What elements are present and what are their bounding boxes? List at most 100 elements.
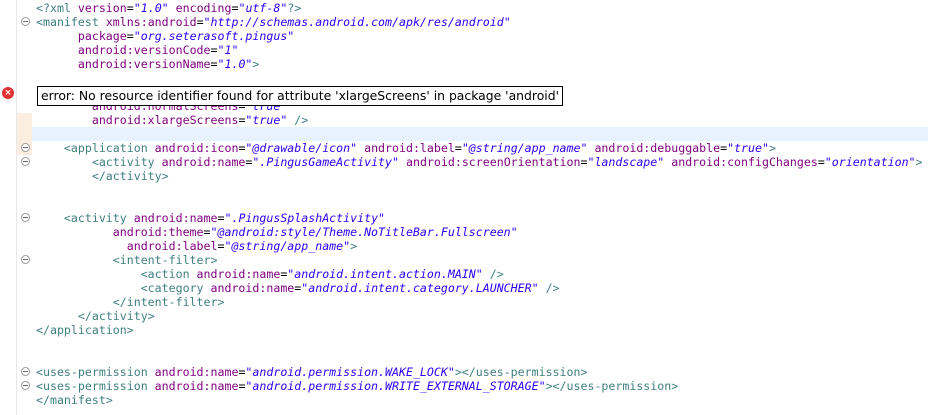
- code-token: =: [817, 155, 825, 169]
- code-token: ?>: [287, 1, 302, 15]
- code-token: android:screenOrientation: [399, 155, 581, 169]
- code-token: "utf-8": [238, 1, 288, 15]
- code-token: </intent-filter>: [112, 295, 225, 309]
- error-tooltip: error: No resource identifier found for …: [37, 86, 564, 106]
- code-token: />: [287, 113, 309, 127]
- xml-editor[interactable]: <?xml version="1.0" encoding="utf-8"?> <m…: [0, 0, 928, 415]
- code-token: </manifest>: [36, 393, 113, 407]
- code-token: android:icon: [154, 141, 239, 155]
- code-line[interactable]: android:versionCode="1": [36, 43, 239, 57]
- code-token: android:name: [133, 211, 218, 225]
- code-token: <?xml: [36, 1, 78, 15]
- code-line[interactable]: <?xml version="1.0" encoding="utf-8"?>: [36, 1, 301, 15]
- code-token: xmlns:android: [105, 15, 197, 29]
- code-token: <uses-permission: [36, 379, 155, 393]
- code-line[interactable]: <application android:icon = "@drawable/ico…: [36, 141, 776, 155]
- code-line[interactable]: android:theme="@android:style/Theme.NoTi…: [36, 225, 518, 239]
- code-token: android:label: [357, 141, 455, 155]
- code-token: "@string/app_name": [224, 239, 351, 253]
- code-line[interactable]: <uses-permission android:name="android.p…: [36, 379, 678, 393]
- code-token: ".PingusGameActivity": [252, 155, 399, 169]
- code-token: <activity: [91, 155, 162, 169]
- code-token: <category: [140, 281, 211, 295]
- code-token: <application: [63, 141, 155, 155]
- code-token: ></uses-permission>: [454, 365, 588, 379]
- code-token: package: [77, 29, 127, 43]
- code-token: android:versionCode: [77, 43, 211, 57]
- code-line[interactable]: </manifest>: [36, 393, 113, 407]
- code-token: />: [482, 267, 504, 281]
- code-line[interactable]: </activity>: [36, 169, 169, 183]
- code-token: android:label: [126, 239, 218, 253]
- code-token: =: [126, 29, 134, 43]
- code-line[interactable]: android:versionName="1.0">: [36, 57, 260, 71]
- code-line[interactable]: </application>: [36, 323, 134, 337]
- code-line[interactable]: <manifest xmlns:android="http://schemas.…: [36, 15, 511, 29]
- code-token: "@drawable/icon": [245, 141, 358, 155]
- code-token: =: [126, 1, 134, 15]
- code-token: "android.permission.WRITE_EXTERNAL_STORA…: [245, 379, 546, 393]
- code-line[interactable]: <intent-filter>: [36, 253, 218, 267]
- code-line[interactable]: <uses-permission android:name="android.p…: [36, 365, 587, 379]
- code-token: =: [210, 57, 218, 71]
- code-token: "android.intent.category.LAUNCHER": [301, 281, 539, 295]
- code-line[interactable]: android:xlargeScreens="true" />: [36, 113, 308, 127]
- code-token: <intent-filter>: [112, 253, 218, 267]
- code-line[interactable]: package="org.seterasoft.pingus": [36, 29, 294, 43]
- code-token: "org.seterasoft.pingus": [133, 29, 295, 43]
- code-token: />: [538, 281, 560, 295]
- code-line[interactable]: </activity>: [36, 309, 155, 323]
- code-line[interactable]: android:label="@string/app_name">: [36, 239, 357, 253]
- code-token: "android.permission.WAKE_LOCK": [245, 365, 455, 379]
- code-token: <manifest: [36, 15, 106, 29]
- code-token: "1.0": [217, 57, 253, 71]
- code-token: android:name: [161, 155, 246, 169]
- code-token: =: [196, 15, 204, 29]
- code-token: android:xlargeScreens: [91, 113, 239, 127]
- code-token: "1": [217, 43, 239, 57]
- code-token: <action: [140, 267, 197, 281]
- code-token: ".PingusSplashActivity": [224, 211, 386, 225]
- code-token: =: [203, 225, 211, 239]
- code-token: "orientation": [824, 155, 916, 169]
- code-token: "http://schemas.android.com/apk/res/andr…: [203, 15, 511, 29]
- code-token: </application>: [36, 323, 134, 337]
- code-token: >: [768, 141, 776, 155]
- code-token: "true": [727, 141, 769, 155]
- code-token: android:name: [154, 379, 239, 393]
- code-token: </activity>: [91, 169, 169, 183]
- code-token: >: [350, 239, 358, 253]
- code-line[interactable]: <action android:name="android.intent.act…: [36, 267, 504, 281]
- code-token: android:name: [196, 267, 281, 281]
- code-token: "1.0": [133, 1, 169, 15]
- code-token: >: [252, 57, 260, 71]
- code-line[interactable]: </intent-filter>: [36, 295, 225, 309]
- code-token: encoding: [168, 1, 232, 15]
- code-line[interactable]: <category android:name="android.intent.c…: [36, 281, 560, 295]
- code-token: android:debuggable: [587, 141, 721, 155]
- code-token: android:name: [154, 365, 239, 379]
- code-token: =: [454, 141, 462, 155]
- code-token: <activity: [63, 211, 134, 225]
- code-token: android:name: [210, 281, 295, 295]
- code-line[interactable]: <activity android:name = ".PingusGameActiv…: [36, 155, 923, 169]
- code-line[interactable]: <activity android:name=".PingusSplashAct…: [36, 211, 385, 225]
- code-token: version: [77, 1, 127, 15]
- code-token: >: [915, 155, 923, 169]
- code-token: android:theme: [112, 225, 204, 239]
